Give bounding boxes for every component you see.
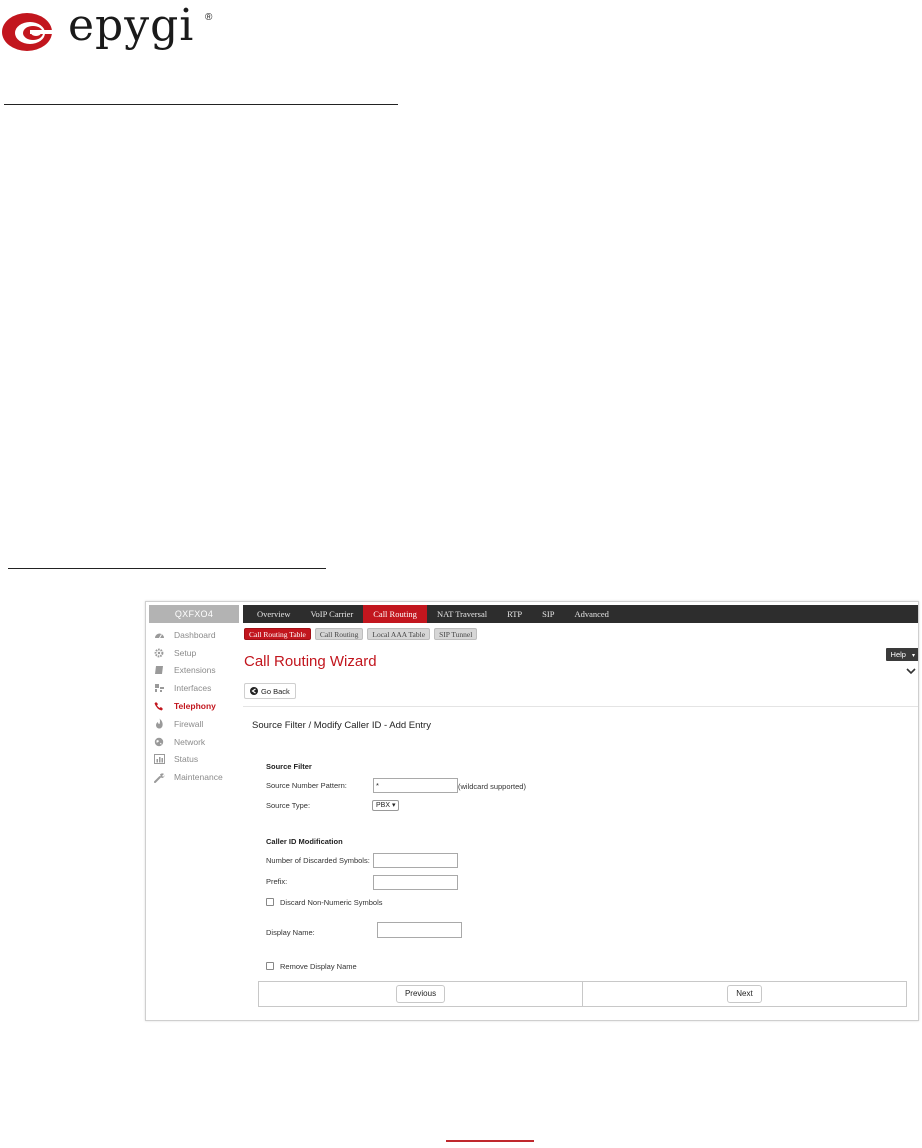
sub-navigation: Call Routing Table Call Routing Local AA… bbox=[244, 628, 478, 640]
tab-rtp[interactable]: RTP bbox=[497, 605, 532, 623]
discarded-symbols-label: Number of Discarded Symbols: bbox=[266, 856, 370, 865]
sidebar-item-label: Dashboard bbox=[174, 629, 216, 640]
tab-sip[interactable]: SIP bbox=[532, 605, 564, 623]
device-name: QXFXO4 bbox=[149, 605, 239, 623]
subtab-call-routing[interactable]: Call Routing bbox=[314, 628, 364, 640]
document-divider bbox=[8, 568, 326, 569]
sidebar-item-label: Network bbox=[174, 736, 206, 747]
source-type-label: Source Type: bbox=[266, 801, 311, 810]
brand-name: epygi bbox=[68, 0, 195, 51]
epygi-logo: epygi ® bbox=[0, 0, 240, 56]
gear-icon bbox=[152, 647, 166, 659]
sidebar-item-extensions[interactable]: Extensions bbox=[152, 662, 240, 680]
epygi-logo-mark-icon bbox=[2, 13, 54, 51]
section-caller-id-modification: Caller ID Modification bbox=[266, 837, 343, 846]
wizard-navigation: Previous Next bbox=[258, 981, 907, 1007]
caret-down-icon: ▾ bbox=[911, 653, 915, 659]
sidebar-item-label: Maintenance bbox=[174, 772, 223, 783]
go-back-label: Go Back bbox=[261, 686, 290, 696]
sidebar-item-status[interactable]: Status bbox=[152, 751, 240, 769]
display-name-label: Display Name: bbox=[266, 928, 315, 937]
footer-accent-bar bbox=[446, 1140, 534, 1142]
section-source-filter: Source Filter bbox=[266, 762, 312, 771]
tab-voip-carrier[interactable]: VoIP Carrier bbox=[301, 605, 364, 623]
subtab-sip-tunnel[interactable]: SIP Tunnel bbox=[434, 628, 478, 640]
network-plug-icon bbox=[152, 682, 166, 694]
sidebar-item-label: Setup bbox=[174, 647, 197, 658]
tab-overview[interactable]: Overview bbox=[247, 605, 301, 623]
go-back-button[interactable]: Go Back bbox=[244, 683, 296, 699]
source-type-select[interactable]: PBX ▾ bbox=[372, 800, 400, 811]
wizard-content: Source Filter / Modify Caller ID - Add E… bbox=[243, 706, 918, 1020]
next-button[interactable]: Next bbox=[727, 985, 762, 1003]
sidebar-item-dashboard[interactable]: Dashboard bbox=[152, 626, 240, 644]
main-panel: Overview VoIP Carrier Call Routing NAT T… bbox=[243, 602, 918, 1020]
previous-cell: Previous bbox=[259, 982, 582, 1006]
help-label: Help bbox=[890, 650, 906, 659]
subtab-local-aaa-table[interactable]: Local AAA Table bbox=[367, 628, 431, 640]
discard-non-numeric-checkbox[interactable] bbox=[266, 898, 274, 906]
sidebar-item-label: Extensions bbox=[174, 665, 216, 676]
remove-display-name-label: Remove Display Name bbox=[280, 962, 357, 971]
sidebar-item-network[interactable]: Network bbox=[152, 733, 240, 751]
sidebar-item-maintenance[interactable]: Maintenance bbox=[152, 768, 240, 786]
sidebar-nav: Dashboard Setup Extensions Interfaces Te… bbox=[152, 626, 240, 786]
bar-chart-icon bbox=[152, 753, 166, 765]
next-cell: Next bbox=[582, 982, 906, 1006]
subtab-call-routing-table[interactable]: Call Routing Table bbox=[244, 628, 311, 640]
dashboard-icon bbox=[152, 629, 166, 641]
ui-screenshot: QXFXO4 Dashboard Setup Extensions Interf… bbox=[145, 601, 919, 1021]
sidebar-item-firewall[interactable]: Firewall bbox=[152, 715, 240, 733]
wrench-icon bbox=[152, 771, 166, 783]
previous-button[interactable]: Previous bbox=[395, 985, 446, 1003]
discarded-symbols-input[interactable] bbox=[373, 853, 458, 868]
arrow-left-circle-icon bbox=[250, 687, 258, 695]
sidebar-item-label: Status bbox=[174, 754, 199, 765]
page-title: Call Routing Wizard bbox=[244, 653, 377, 670]
help-button[interactable]: Help ▾ bbox=[885, 648, 918, 661]
display-name-input[interactable] bbox=[377, 922, 462, 938]
flame-icon bbox=[152, 718, 166, 730]
sidebar-item-label: Interfaces bbox=[174, 683, 212, 694]
book-icon bbox=[152, 664, 166, 676]
globe-icon bbox=[152, 736, 166, 748]
registered-mark: ® bbox=[205, 12, 213, 23]
chevron-down-icon[interactable] bbox=[905, 666, 917, 676]
source-number-pattern-input[interactable]: * bbox=[373, 778, 458, 793]
prefix-input[interactable] bbox=[373, 875, 458, 890]
wildcard-hint: (wildcard supported) bbox=[458, 782, 526, 791]
source-number-pattern-label: Source Number Pattern: bbox=[266, 781, 347, 790]
sidebar-item-interfaces[interactable]: Interfaces bbox=[152, 679, 240, 697]
sidebar-item-label: Telephony bbox=[174, 701, 216, 712]
tab-advanced[interactable]: Advanced bbox=[564, 605, 618, 623]
sidebar-item-label: Firewall bbox=[174, 718, 204, 729]
sidebar-item-telephony[interactable]: Telephony bbox=[152, 697, 240, 715]
sidebar: QXFXO4 Dashboard Setup Extensions Interf… bbox=[146, 602, 242, 1020]
discard-non-numeric-label: Discard Non-Numeric Symbols bbox=[280, 898, 383, 907]
tab-nat-traversal[interactable]: NAT Traversal bbox=[427, 605, 497, 623]
phone-icon bbox=[152, 700, 166, 712]
tab-call-routing[interactable]: Call Routing bbox=[363, 605, 427, 623]
top-navigation: Overview VoIP Carrier Call Routing NAT T… bbox=[243, 605, 918, 623]
prefix-label: Prefix: bbox=[266, 877, 288, 886]
document-divider bbox=[4, 104, 398, 105]
sidebar-item-setup[interactable]: Setup bbox=[152, 644, 240, 662]
remove-display-name-checkbox[interactable] bbox=[266, 962, 274, 970]
form-title: Source Filter / Modify Caller ID - Add E… bbox=[252, 720, 431, 731]
